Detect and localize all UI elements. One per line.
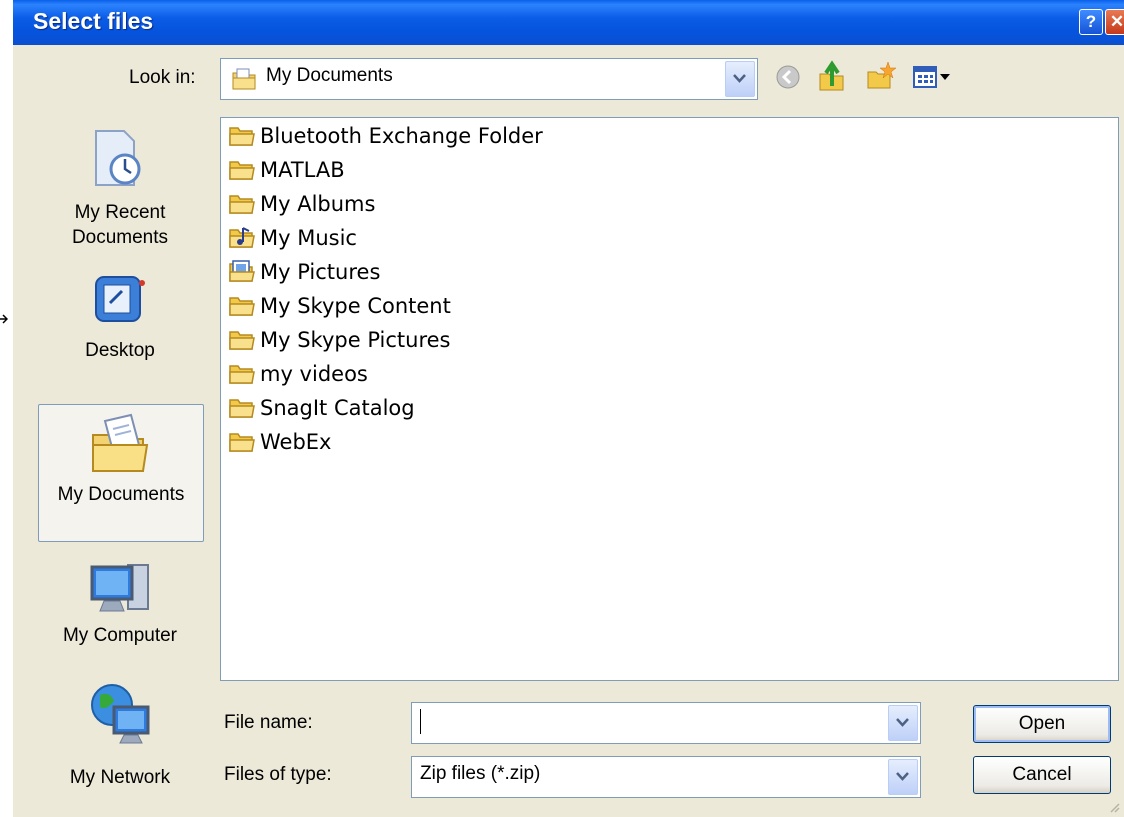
chevron-down-icon xyxy=(896,718,909,727)
file-type-value: Zip files (*.zip) xyxy=(420,763,541,784)
file-type-label: Files of type: xyxy=(224,764,332,785)
back-icon[interactable] xyxy=(775,64,801,90)
list-item[interactable]: SnagIt Catalog xyxy=(228,392,415,424)
my-documents-small-icon xyxy=(232,68,256,90)
desktop-icon xyxy=(95,276,145,322)
open-button[interactable]: Open xyxy=(973,705,1111,743)
resize-grip-icon[interactable] xyxy=(1108,801,1120,813)
file-name-text: My Albums xyxy=(260,192,376,216)
file-list[interactable]: Bluetooth Exchange Folder MATLAB My Albu… xyxy=(220,117,1119,681)
close-button[interactable]: ✕ xyxy=(1105,9,1124,35)
recent-documents-icon xyxy=(95,130,141,186)
file-name-text: MATLAB xyxy=(260,158,345,182)
folder-icon xyxy=(229,399,255,418)
help-button[interactable]: ? xyxy=(1079,9,1103,35)
place-label-my-documents: My Documents xyxy=(57,484,185,505)
dialog-title: Select files xyxy=(33,8,154,34)
title-bar[interactable]: Select files ? ✕ xyxy=(13,0,1124,45)
look-in-value: My Documents xyxy=(266,65,393,86)
file-name-dropdown-button[interactable] xyxy=(888,705,918,741)
file-name-text: My Music xyxy=(260,226,357,250)
list-item[interactable]: Bluetooth Exchange Folder xyxy=(228,120,543,152)
pointer-arrow-icon xyxy=(0,314,8,324)
list-item[interactable]: My Music xyxy=(228,222,357,254)
look-in-dropdown-button[interactable] xyxy=(725,61,755,97)
text-caret xyxy=(420,709,421,734)
music-folder-icon xyxy=(229,227,255,248)
folder-icon xyxy=(229,161,255,180)
pictures-folder-icon xyxy=(229,260,255,282)
chevron-down-icon xyxy=(896,772,909,781)
place-desktop[interactable]: Desktop xyxy=(38,265,202,379)
list-item[interactable]: My Skype Pictures xyxy=(228,324,450,356)
list-item[interactable]: MATLAB xyxy=(228,154,345,186)
file-name-text: Bluetooth Exchange Folder xyxy=(260,124,543,148)
folder-icon xyxy=(229,433,255,452)
place-my-recent-documents[interactable]: My Recent Documents xyxy=(38,117,202,257)
place-my-documents[interactable]: My Documents xyxy=(38,404,204,542)
list-item[interactable]: my videos xyxy=(228,358,368,390)
file-name-text: My Skype Pictures xyxy=(260,328,451,352)
file-name-field[interactable] xyxy=(411,702,921,744)
folder-icon xyxy=(229,297,255,316)
place-my-computer[interactable]: My Computer xyxy=(38,553,202,663)
file-name-text: SnagIt Catalog xyxy=(260,396,415,420)
list-item[interactable]: WebEx xyxy=(228,426,331,458)
cancel-button[interactable]: Cancel xyxy=(973,756,1111,794)
select-files-dialog: Select files ? ✕ Look in: My Documents M… xyxy=(13,0,1124,817)
folder-icon xyxy=(229,365,255,384)
file-name-text: My Pictures xyxy=(260,260,381,284)
my-network-icon xyxy=(91,684,150,744)
file-name-text: My Skype Content xyxy=(260,294,451,318)
folder-icon xyxy=(229,127,255,146)
file-name-label: File name: xyxy=(224,712,313,733)
list-item[interactable]: My Skype Content xyxy=(228,290,451,322)
file-name-text: my videos xyxy=(260,362,368,386)
view-menu-icon[interactable] xyxy=(913,66,953,88)
list-item[interactable]: My Pictures xyxy=(228,256,380,288)
my-computer-icon xyxy=(90,564,149,612)
place-label-my-computer: My Computer xyxy=(62,625,178,646)
new-folder-icon[interactable] xyxy=(866,60,898,90)
my-documents-icon xyxy=(92,413,149,472)
places-bar: My Recent Documents Desktop My Documents xyxy=(36,117,204,810)
close-icon: ✕ xyxy=(1109,12,1124,31)
file-type-select[interactable]: Zip files (*.zip) xyxy=(411,756,921,798)
folder-icon xyxy=(229,331,255,350)
place-my-network[interactable]: My Network xyxy=(38,677,202,797)
list-item[interactable]: My Albums xyxy=(228,188,375,220)
place-label-recent-line2: Documents xyxy=(71,227,169,248)
place-label-my-network: My Network xyxy=(69,767,171,788)
up-folder-icon[interactable] xyxy=(817,60,847,92)
help-icon: ? xyxy=(1085,12,1097,31)
chevron-down-icon xyxy=(733,74,746,83)
file-name-text: WebEx xyxy=(260,430,332,454)
file-type-dropdown-button[interactable] xyxy=(888,759,918,795)
folder-icon xyxy=(229,195,255,214)
place-label-desktop: Desktop xyxy=(85,340,155,361)
look-in-combo[interactable]: My Documents xyxy=(220,58,758,100)
look-in-label: Look in: xyxy=(129,67,196,88)
place-label-recent-line1: My Recent xyxy=(74,202,166,223)
